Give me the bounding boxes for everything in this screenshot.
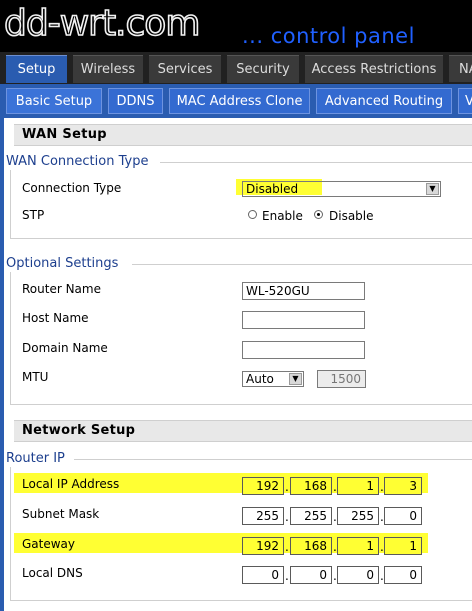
local-ip-octet[interactable]: 168	[290, 477, 332, 495]
network-setup-header: Network Setup	[14, 420, 472, 442]
local-ip-octet[interactable]: 192	[242, 477, 284, 495]
local-ip-octet[interactable]: 3	[384, 477, 422, 495]
gateway-octet[interactable]: 1	[337, 537, 379, 555]
ip-separator: .	[285, 510, 289, 524]
subnet-octet[interactable]: 255	[337, 507, 379, 525]
tab-security[interactable]: Security	[227, 55, 299, 83]
mtu-mode-select[interactable]: Auto ▼	[242, 371, 304, 387]
wan-connection-type-legend: WAN Connection Type	[6, 154, 149, 169]
sub-tab-bar: Basic Setup DDNS MAC Address Clone Advan…	[0, 84, 472, 118]
gateway-label: Gateway	[22, 537, 76, 551]
dns-octet[interactable]: 0	[290, 566, 332, 584]
fieldset-border	[10, 238, 472, 239]
optional-settings-legend: Optional Settings	[6, 256, 119, 271]
fieldset-border	[10, 404, 472, 405]
stp-disable-label: Disable	[329, 209, 374, 223]
host-name-input[interactable]	[242, 311, 365, 329]
chevron-down-icon: ▼	[426, 183, 439, 195]
subnet-octet[interactable]: 255	[242, 507, 284, 525]
host-name-label: Host Name	[22, 311, 89, 325]
stp-enable-label: Enable	[262, 209, 303, 223]
subtab-ddns[interactable]: DDNS	[108, 88, 163, 114]
content-left-border	[0, 118, 4, 611]
gateway-octet[interactable]: 1	[384, 537, 422, 555]
tab-services[interactable]: Services	[149, 55, 221, 83]
subtab-advanced-routing[interactable]: Advanced Routing	[316, 88, 452, 114]
tab-access-restrictions[interactable]: Access Restrictions	[305, 55, 443, 83]
domain-name-label: Domain Name	[22, 341, 108, 355]
control-panel-title: ... control panel	[242, 24, 415, 48]
fieldset-border	[10, 170, 11, 238]
subtab-mac-address-clone[interactable]: MAC Address Clone	[169, 88, 310, 114]
mtu-label: MTU	[22, 370, 49, 384]
stp-enable-radio[interactable]	[248, 210, 257, 219]
header: dd-wrt.com ... control panel	[0, 0, 472, 52]
subnet-octet[interactable]: 255	[290, 507, 332, 525]
main-tab-bar: Setup Wireless Services Security Access …	[0, 52, 472, 84]
dns-octet[interactable]: 0	[384, 566, 422, 584]
router-ip-legend: Router IP	[6, 451, 65, 466]
stp-disable-radio[interactable]	[314, 210, 323, 219]
local-ip-label: Local IP Address	[22, 477, 120, 491]
local-dns-label: Local DNS	[22, 566, 83, 580]
tab-nat-qos[interactable]: NA	[449, 55, 472, 82]
fieldset-border	[160, 162, 472, 163]
ip-separator: .	[285, 540, 289, 554]
gateway-octet[interactable]: 168	[290, 537, 332, 555]
connection-type-select[interactable]: Disabled ▼	[242, 181, 441, 197]
fieldset-border	[10, 272, 11, 404]
domain-name-input[interactable]	[242, 341, 365, 359]
ip-separator: .	[285, 569, 289, 583]
dns-octet[interactable]: 0	[337, 566, 379, 584]
dns-octet[interactable]: 0	[242, 566, 284, 584]
subnet-octet[interactable]: 0	[384, 507, 422, 525]
subtab-vlans[interactable]: V	[458, 88, 472, 114]
fieldset-border	[74, 459, 472, 460]
stp-label: STP	[22, 208, 45, 222]
content-area: WAN Setup WAN Connection Type Connection…	[0, 118, 472, 611]
mtu-value-input[interactable]: 1500	[317, 370, 366, 388]
wan-setup-header: WAN Setup	[14, 124, 472, 146]
connection-type-label: Connection Type	[22, 181, 122, 195]
chevron-down-icon: ▼	[289, 373, 302, 385]
subtab-basic-setup[interactable]: Basic Setup	[6, 88, 102, 114]
subnet-mask-label: Subnet Mask	[22, 507, 100, 521]
router-name-label: Router Name	[22, 282, 101, 296]
fieldset-border	[132, 264, 472, 265]
ip-separator: .	[285, 480, 289, 494]
fieldset-border	[10, 600, 472, 601]
local-ip-octet[interactable]: 1	[337, 477, 379, 495]
tab-setup[interactable]: Setup	[6, 55, 67, 83]
tab-wireless[interactable]: Wireless	[73, 55, 143, 83]
router-name-input[interactable]: WL-520GU	[242, 282, 365, 300]
fieldset-border	[10, 467, 11, 600]
dd-wrt-logo: dd-wrt.com	[3, 2, 201, 45]
gateway-octet[interactable]: 192	[242, 537, 284, 555]
